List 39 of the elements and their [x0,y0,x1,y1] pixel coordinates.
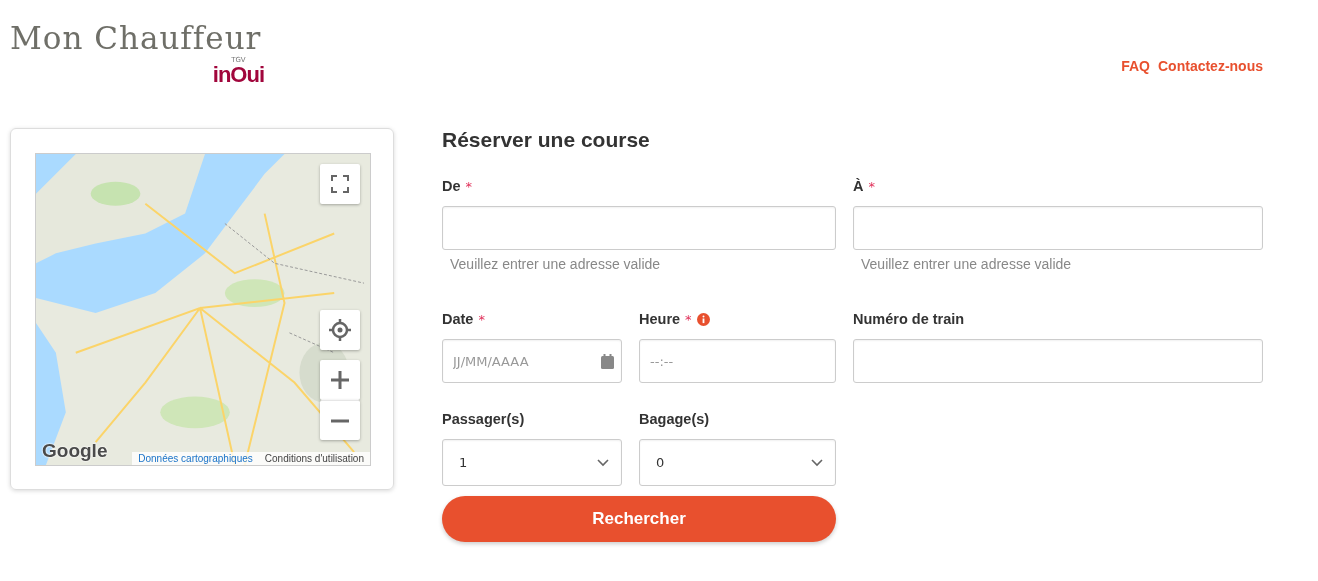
dropdown[interactable]: 1 [442,439,622,486]
text-field[interactable] [853,206,1263,250]
map-link[interactable]: Données cartographiques [132,452,259,465]
fullscreen-icon [331,175,349,193]
text-field[interactable] [442,206,836,250]
plus-icon [331,371,349,389]
map-logo: Google [42,440,108,462]
nav-link[interactable]: Contactez-nous [1158,58,1263,74]
text-field[interactable] [853,339,1263,383]
locate-button[interactable] [320,310,360,350]
chevron-down-icon [811,458,823,467]
form-title: Réserver une course [442,128,651,152]
minus-icon [331,418,349,423]
calendar-icon [601,354,614,369]
required-asterisk: * [465,178,473,194]
chevron-down-icon [597,458,609,467]
required-asterisk: * [685,311,692,327]
field-label: Passager(s) [442,411,525,427]
field-label: Numéro de train [853,311,965,327]
zoom-in-button[interactable] [320,360,360,400]
dropdown[interactable]: 0 [639,439,836,486]
field-label: De [442,178,461,194]
time-field[interactable]: --:-- [639,339,836,383]
search-button[interactable]: Rechercher [442,496,836,542]
field-label: Bagage(s) [639,411,710,427]
field-label: Heure [639,311,681,327]
nav-link[interactable]: FAQ [1121,58,1150,74]
required-asterisk: * [868,178,875,194]
map-link[interactable]: Conditions d'utilisation [258,452,370,465]
field-label: Date [442,311,474,327]
crosshair-icon [329,319,351,341]
hint-text: Veuillez entrer une adresse valide [861,256,1073,272]
fullscreen-button[interactable] [320,164,360,204]
required-asterisk: * [478,311,485,327]
date-field[interactable]: JJ/MM/AAAA [442,339,622,383]
field-label: À [853,178,864,194]
zoom-out-button[interactable] [320,400,360,440]
info-icon[interactable] [696,312,710,326]
hint-text: Veuillez entrer une adresse valide [450,256,662,272]
